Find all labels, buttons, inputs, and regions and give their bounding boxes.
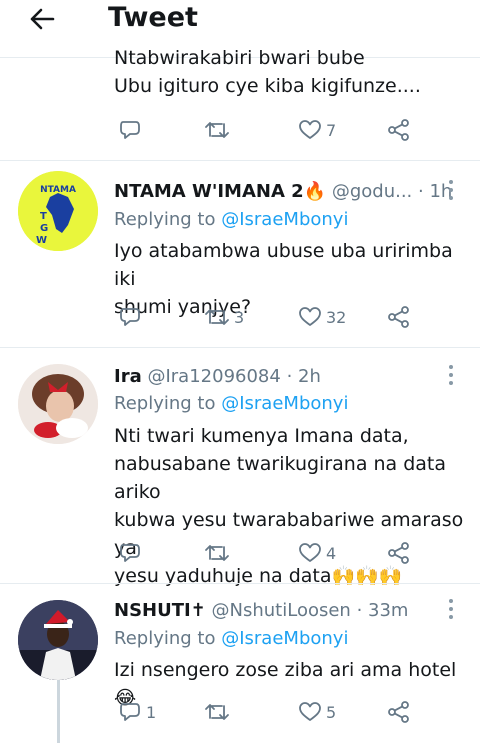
- retweet-icon: [205, 122, 229, 138]
- more-options-icon[interactable]: [446, 598, 456, 620]
- user-handle[interactable]: @Ira12096084: [147, 366, 280, 387]
- display-name[interactable]: NSHUTI✝: [114, 600, 206, 621]
- like-button[interactable]: 4: [298, 538, 336, 568]
- heart-icon: [299, 702, 321, 721]
- back-button[interactable]: [26, 4, 58, 34]
- retweet-button[interactable]: [204, 697, 230, 727]
- reply-button[interactable]: [118, 115, 142, 145]
- mention-link[interactable]: @IsraeMbonyi: [221, 393, 348, 414]
- avatar[interactable]: NTAMA T G W: [18, 171, 98, 251]
- tweet-header: NSHUTI✝ @NshutiLoosen · 33m: [114, 600, 409, 621]
- share-button[interactable]: [386, 302, 412, 332]
- avatar[interactable]: [18, 364, 98, 444]
- tweet-header: Ira @Ira12096084 · 2h: [114, 366, 321, 387]
- replying-to: Replying to @IsraeMbonyi: [114, 628, 349, 649]
- tweet-actions: 1 5: [0, 697, 480, 727]
- share-button[interactable]: [386, 697, 412, 727]
- retweet-icon: [205, 545, 229, 561]
- heart-icon: [299, 307, 321, 326]
- reply-tweet[interactable]: NSHUTI✝ @NshutiLoosen · 33m Replying to …: [0, 584, 480, 743]
- like-count: 4: [326, 543, 337, 563]
- share-icon: [388, 119, 409, 141]
- retweet-icon: [205, 309, 229, 325]
- retweet-count: 3: [234, 307, 245, 327]
- reply-icon: [120, 308, 140, 326]
- svg-text:NTAMA: NTAMA: [40, 185, 76, 195]
- share-button[interactable]: [386, 115, 412, 145]
- arrow-left-icon: [30, 8, 55, 30]
- reply-button[interactable]: 1: [118, 697, 156, 727]
- svg-text:W: W: [36, 235, 47, 246]
- like-button[interactable]: 5: [298, 697, 336, 727]
- like-button[interactable]: 7: [298, 115, 336, 145]
- mention-link[interactable]: @IsraeMbonyi: [221, 209, 348, 230]
- top-tweet-line-2: Ubu igituro cye kiba kigifunze....: [114, 75, 421, 97]
- tweet-actions: 4: [0, 538, 480, 568]
- replying-to: Replying to @IsraeMbonyi: [114, 393, 349, 414]
- retweet-icon: [205, 704, 229, 720]
- fire-icon: 🔥: [303, 181, 327, 202]
- reply-icon: [120, 703, 140, 721]
- heart-icon: [299, 543, 321, 562]
- more-options-icon[interactable]: [446, 364, 456, 386]
- reply-button[interactable]: [118, 538, 142, 568]
- user-handle[interactable]: @godu...: [332, 181, 412, 202]
- retweet-button[interactable]: 3: [204, 302, 244, 332]
- share-icon: [388, 542, 409, 564]
- share-icon: [388, 306, 409, 328]
- reply-tweet[interactable]: Ira @Ira12096084 · 2h Replying to @Israe…: [0, 348, 480, 587]
- timestamp: 33m: [368, 600, 409, 621]
- top-tweet-line-1: Ntabwirakabiri bwari bube: [114, 48, 365, 69]
- replying-to: Replying to @IsraeMbonyi: [114, 209, 349, 230]
- timestamp: 2h: [298, 366, 321, 387]
- display-name[interactable]: NTAMA W'IMANA 2: [114, 181, 304, 202]
- top-tweet-actions: 7: [0, 115, 480, 145]
- reply-icon: [120, 121, 140, 139]
- more-options-icon[interactable]: [446, 179, 456, 201]
- svg-text:T: T: [40, 211, 47, 222]
- share-icon: [388, 701, 409, 723]
- tweet-header: NTAMA W'IMANA 2🔥 @godu... · 1h: [114, 181, 453, 202]
- retweet-button[interactable]: [204, 115, 230, 145]
- like-count: 7: [326, 120, 337, 140]
- mention-link[interactable]: @IsraeMbonyi: [221, 628, 348, 649]
- reply-tweet[interactable]: NTAMA T G W NTAMA W'IMANA 2🔥 @godu... · …: [0, 161, 480, 347]
- top-tweet-text: Ntabwirakabiri bwari bube Ubu igituro cy…: [114, 48, 454, 104]
- page-title: Tweet: [108, 2, 198, 33]
- avatar[interactable]: [18, 600, 98, 680]
- reply-icon: [120, 544, 140, 562]
- reply-count: 1: [146, 702, 157, 722]
- display-name[interactable]: Ira: [114, 366, 142, 387]
- heart-icon: [299, 120, 321, 139]
- retweet-button[interactable]: [204, 538, 230, 568]
- like-button[interactable]: 32: [298, 302, 346, 332]
- user-handle[interactable]: @NshutiLoosen: [212, 600, 351, 621]
- svg-text:G: G: [40, 223, 48, 234]
- like-count: 32: [326, 307, 347, 327]
- like-count: 5: [326, 702, 337, 722]
- share-button[interactable]: [386, 538, 412, 568]
- top-app-bar: Tweet: [0, 0, 480, 38]
- tweet-actions: 3 32: [0, 302, 480, 332]
- reply-button[interactable]: [118, 302, 142, 332]
